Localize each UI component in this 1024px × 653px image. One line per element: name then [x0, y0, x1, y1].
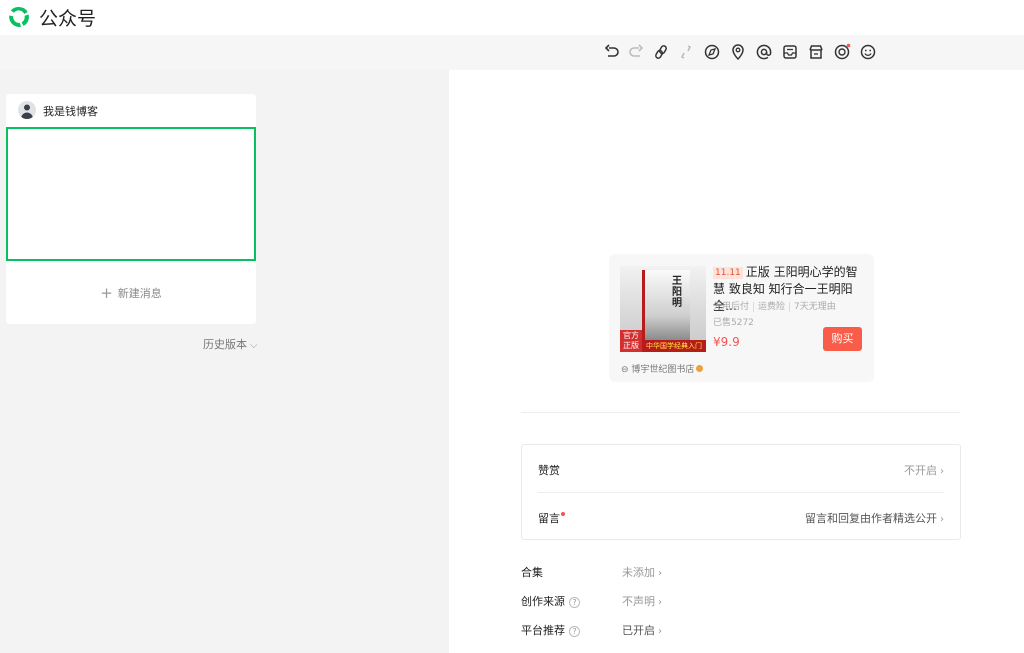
new-message-label: 新建消息 — [117, 287, 162, 300]
chevron-right-icon: › — [940, 514, 944, 525]
product-tag: 运费险 — [753, 302, 786, 312]
product-image: 王阳明 官方正版 中华国学经典入门 — [620, 266, 706, 352]
wechat-official-logo-icon[interactable] — [7, 5, 31, 29]
collection-value: 未添加 › — [622, 566, 662, 579]
reward-value: 不开启 › — [904, 464, 944, 477]
chevron-down-icon: ⌵ — [250, 340, 258, 351]
help-icon[interactable]: ? — [569, 626, 580, 637]
recommend-row[interactable]: 平台推荐? 已开启 › — [521, 622, 821, 640]
shop-name: 博宇世纪图书店 — [631, 365, 695, 375]
source-row[interactable]: 创作来源? 不声明 › — [521, 593, 821, 611]
editor-toolbar — [0, 35, 1024, 70]
comment-setting-row[interactable]: 留言 留言和回复由作者精选公开 › — [538, 493, 944, 540]
history-label: 历史版本 — [203, 338, 247, 351]
shop-link[interactable]: ⊖ 博宇世纪图书店 — [621, 362, 704, 375]
product-price: ¥9.9 — [713, 335, 740, 349]
product-tag: 先用后付 — [713, 302, 750, 312]
plus-icon: + — [100, 284, 113, 302]
new-message-button[interactable]: + 新建消息 — [6, 284, 256, 302]
chevron-right-icon: › — [658, 597, 662, 608]
shop-icon: ⊖ — [621, 365, 629, 375]
unlink-icon[interactable] — [677, 43, 695, 61]
history-version-button[interactable]: 历史版本 ⌵ — [203, 336, 258, 352]
divider — [521, 412, 960, 413]
required-dot-icon — [561, 512, 565, 516]
reward-setting-row[interactable]: 赞赏 不开启 › — [538, 445, 944, 492]
emoji-icon[interactable] — [859, 43, 877, 61]
product-tags: 先用后付 运费险 7天无理由 — [713, 299, 836, 312]
source-label: 创作来源? — [521, 593, 580, 609]
promo-tag: 11.11 — [713, 267, 743, 279]
book-strip: 中华国学经典入门 — [642, 340, 706, 352]
chevron-right-icon: › — [940, 466, 944, 477]
sold-count: 已售5272 — [713, 318, 754, 328]
source-value: 不声明 › — [622, 595, 662, 608]
location-icon[interactable] — [729, 43, 747, 61]
collection-label: 合集 — [521, 566, 543, 579]
author-name: 我是钱博客 — [43, 105, 98, 118]
official-badge: 官方正版 — [620, 330, 642, 352]
recommend-value: 已开启 › — [622, 624, 662, 637]
article-list-pane: 我是钱博客 + 新建消息 历史版本 ⌵ — [0, 70, 449, 653]
undo-icon[interactable] — [603, 43, 621, 61]
app-brand: 公众号 — [39, 8, 97, 30]
settings-box: 赞赏 不开启 › 留言 留言和回复由作者精选公开 › — [521, 444, 961, 540]
shop-badge-icon — [696, 365, 704, 372]
collection-row[interactable]: 合集 未添加 › — [521, 564, 821, 582]
product-tag: 7天无理由 — [789, 302, 836, 312]
help-icon[interactable]: ? — [569, 597, 580, 608]
book-cover-title: 王阳明 — [672, 276, 682, 309]
reward-label: 赞赏 — [538, 464, 560, 477]
recommend-label: 平台推荐? — [521, 622, 580, 638]
redo-icon[interactable] — [627, 43, 645, 61]
comment-value: 留言和回复由作者精选公开 › — [805, 512, 944, 525]
inbox-icon[interactable] — [781, 43, 799, 61]
shop-icon[interactable] — [807, 43, 825, 61]
top-bar: 公众号 — [0, 0, 1024, 35]
buy-button[interactable]: 购买 — [823, 327, 862, 351]
article-card: 我是钱博客 + 新建消息 — [6, 94, 256, 324]
avatar[interactable] — [18, 101, 36, 119]
article-content-editor[interactable] — [6, 127, 256, 261]
link-icon[interactable] — [652, 43, 670, 61]
compass-icon[interactable] — [703, 43, 721, 61]
comment-label: 留言 — [538, 510, 565, 526]
chevron-right-icon: › — [658, 568, 662, 579]
at-icon[interactable] — [755, 43, 773, 61]
target-icon[interactable] — [833, 43, 851, 61]
product-card[interactable]: 王阳明 官方正版 中华国学经典入门 11.11 正版 王阳明心学的智慧 致良知 知… — [609, 254, 874, 382]
chevron-right-icon: › — [658, 626, 662, 637]
